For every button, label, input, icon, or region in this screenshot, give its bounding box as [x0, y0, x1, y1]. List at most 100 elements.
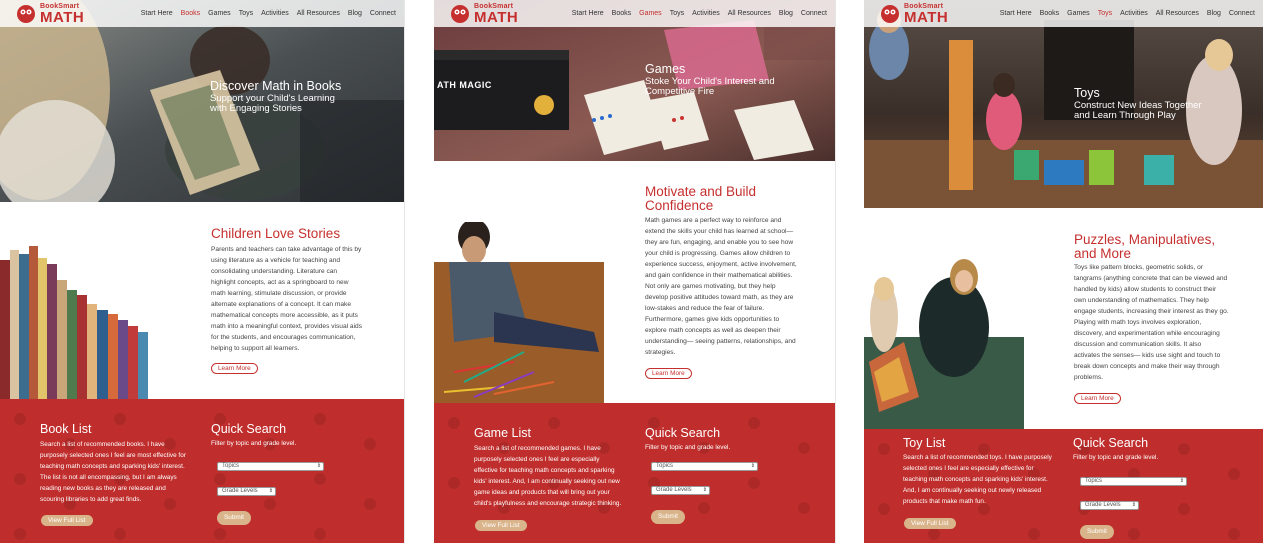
logo-big-text: MATH: [904, 9, 949, 26]
grade-levels-select[interactable]: Grade Levels ⇕: [1080, 501, 1139, 510]
quick-search-subtitle: Filter by topic and grade level.: [211, 440, 297, 447]
view-full-list-button[interactable]: View Full List: [904, 518, 956, 529]
view-full-list-button[interactable]: View Full List: [41, 515, 93, 526]
body-line: products that make math fun.: [903, 498, 986, 505]
menu-item-activities[interactable]: Activities: [261, 10, 289, 17]
list-title: Game List: [474, 426, 531, 440]
menu-item-all-resources[interactable]: All Resources: [1156, 10, 1199, 17]
menu-item-connect[interactable]: Connect: [370, 10, 396, 17]
quick-search-title: Quick Search: [1073, 436, 1149, 450]
game-box-label: ATH MAGIC: [437, 80, 492, 90]
site-logo[interactable]: BookSmart MATH: [16, 3, 86, 25]
select-arrows-icon: ⇕: [702, 487, 707, 493]
body-line: math into a meaningful context, provides…: [211, 323, 363, 330]
hero-text-block: Games Stoke Your Child's Interest and Co…: [645, 62, 775, 97]
menu-item-start-here[interactable]: Start Here: [141, 10, 173, 17]
menu-item-activities[interactable]: Activities: [1120, 10, 1148, 17]
body-line: discussion and communication skills. It …: [1074, 341, 1202, 348]
menu-item-games[interactable]: Games: [1067, 10, 1090, 17]
body-line: highlight concepts, act as a springboard…: [211, 279, 349, 286]
panel-divider: [835, 0, 864, 543]
submit-button[interactable]: Submit: [217, 511, 251, 525]
body-line: strategies.: [645, 349, 676, 356]
body-line: Toys like pattern blocks, geometric soli…: [1074, 264, 1203, 271]
menu-item-all-resources[interactable]: All Resources: [728, 10, 771, 17]
hero-title: Toys: [1074, 86, 1100, 100]
section-heading-line-2: and More: [1074, 246, 1132, 261]
body-line: selected ones I feel are especially effe…: [903, 465, 1034, 472]
body-line: Playing with math toys involves explorat…: [1074, 319, 1202, 326]
section-heading-line-2: Confidence: [645, 198, 714, 213]
logo-big-text: MATH: [474, 9, 519, 26]
list-title: Toy List: [903, 436, 946, 450]
learn-more-button[interactable]: Learn More: [645, 368, 692, 379]
body-line: they are fun, engaging, and enable you t…: [645, 239, 794, 246]
owl-logo-icon: [881, 5, 899, 23]
site-logo[interactable]: BookSmart MATH: [450, 3, 520, 25]
grade-levels-select[interactable]: Grade Levels ⇕: [217, 487, 276, 496]
toys-hero-image: [864, 0, 1263, 208]
body-line: and gain confidence in their mathematica…: [645, 272, 793, 279]
menu-item-blog[interactable]: Blog: [1207, 10, 1221, 17]
site-logo[interactable]: BookSmart MATH: [880, 3, 950, 25]
menu-item-start-here[interactable]: Start Here: [1000, 10, 1032, 17]
quick-search-title: Quick Search: [645, 426, 721, 440]
menu-item-blog[interactable]: Blog: [779, 10, 793, 17]
menu-item-toys[interactable]: Toys: [239, 10, 253, 17]
books-page-panel: BookSmart MATH Start Here Books Games To…: [0, 0, 404, 543]
submit-button[interactable]: Submit: [1080, 525, 1114, 539]
section-heading: Puzzles, Manipulatives, and More: [1074, 233, 1215, 261]
submit-button[interactable]: Submit: [651, 510, 685, 524]
menu-item-games[interactable]: Games: [208, 10, 231, 17]
menu-item-toys[interactable]: Toys: [1098, 10, 1112, 17]
hero-subtitle-line-2: with Engaging Stories: [210, 103, 302, 114]
topics-select-value: Topics: [656, 463, 674, 469]
books-hero-image: [0, 0, 404, 202]
owl-logo-icon: [451, 5, 469, 23]
view-full-list-button[interactable]: View Full List: [475, 520, 527, 531]
games-page-panel: ATH MAGIC BookSmart MATH Start Here Book…: [434, 0, 835, 543]
section-heading-line-1: Motivate and Build: [645, 184, 757, 199]
select-arrows-icon: ⇕: [316, 463, 321, 469]
topics-select[interactable]: Topics ⇕: [651, 462, 758, 471]
body-line: The list is not all encompassing, but I …: [40, 474, 177, 481]
body-line: consolidating understanding. Literature …: [211, 268, 338, 275]
menu-item-activities[interactable]: Activities: [692, 10, 720, 17]
learn-more-button[interactable]: Learn More: [1074, 393, 1121, 404]
topics-select[interactable]: Topics ⇕: [1080, 477, 1187, 486]
topics-select[interactable]: Topics ⇕: [217, 462, 324, 471]
body-line: alternate explanations of a concept. It …: [211, 301, 352, 308]
body-line: teaching math concepts and sparking kids…: [903, 476, 1048, 483]
learn-more-button[interactable]: Learn More: [211, 363, 258, 374]
grade-levels-select[interactable]: Grade Levels ⇕: [651, 486, 710, 495]
hero-subtitle-line-2: and Learn Through Play: [1074, 110, 1176, 121]
bookshelf-image: [0, 246, 148, 400]
body-line: game ideas and products that will bring …: [474, 489, 610, 496]
main-menu: Start Here Books Games Toys Activities A…: [1000, 10, 1255, 17]
menu-item-blog[interactable]: Blog: [348, 10, 362, 17]
menu-item-connect[interactable]: Connect: [1229, 10, 1255, 17]
menu-item-connect[interactable]: Connect: [801, 10, 827, 17]
owl-logo-icon: [17, 5, 35, 23]
select-arrows-icon: ⇕: [750, 463, 755, 469]
body-line: Search a list of recommended books. I ha…: [40, 441, 165, 448]
body-line: teaching math concepts and sparking kids…: [40, 463, 185, 470]
section-heading: Children Love Stories: [211, 226, 341, 241]
menu-item-all-resources[interactable]: All Resources: [297, 10, 340, 17]
section-heading-line-1: Puzzles, Manipulatives,: [1074, 232, 1216, 247]
body-line: math learning, stimulate discussion, or …: [211, 290, 347, 297]
body-line: purposely selected ones I feel are espec…: [474, 456, 600, 463]
menu-item-start-here[interactable]: Start Here: [572, 10, 604, 17]
grade-levels-select-value: Grade Levels: [222, 488, 258, 494]
body-line: And, I am continually seeking out newly …: [903, 487, 1042, 494]
body-line: reading new books as they are released a…: [40, 485, 166, 492]
menu-item-books[interactable]: Books: [1040, 10, 1059, 17]
menu-item-books[interactable]: Books: [181, 10, 200, 17]
body-line: break down concepts and make their way t…: [1074, 363, 1220, 370]
grade-levels-select-value: Grade Levels: [656, 487, 692, 493]
body-line: extend the skills your child has learned…: [645, 228, 794, 235]
menu-item-games[interactable]: Games: [639, 10, 662, 17]
hero-title: Games: [645, 62, 686, 76]
menu-item-toys[interactable]: Toys: [670, 10, 684, 17]
menu-item-books[interactable]: Books: [612, 10, 631, 17]
